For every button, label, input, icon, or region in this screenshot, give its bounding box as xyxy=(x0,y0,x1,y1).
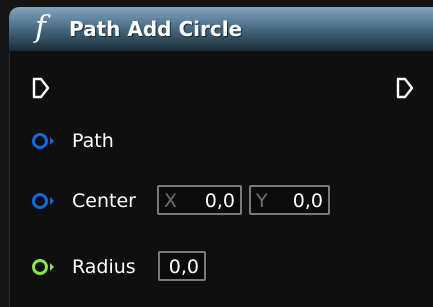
x-axis-label: X xyxy=(164,190,178,212)
path-pin[interactable] xyxy=(31,132,57,150)
radius-field[interactable]: 0,0 xyxy=(158,251,206,281)
node-title: Path Add Circle xyxy=(69,17,243,41)
y-axis-label: Y xyxy=(256,190,268,212)
center-y-value: 0,0 xyxy=(292,190,323,212)
radius-pin[interactable] xyxy=(31,258,57,276)
exec-pin-icon xyxy=(396,77,414,99)
center-pin[interactable] xyxy=(31,192,57,210)
exec-output-pin[interactable] xyxy=(396,77,414,99)
center-x-value: 0,0 xyxy=(204,190,235,212)
exec-pin-icon xyxy=(32,77,50,99)
center-y-field[interactable]: Y 0,0 xyxy=(249,185,330,215)
radius-value: 0,0 xyxy=(168,256,199,278)
float-pin-icon xyxy=(32,259,54,275)
object-pin-icon xyxy=(32,133,54,149)
function-icon: f xyxy=(35,10,47,45)
exec-input-pin[interactable] xyxy=(32,77,50,99)
path-label: Path xyxy=(72,130,114,152)
path-add-circle-node[interactable]: f Path Add Circle Path Center X 0,0 Y 0,… xyxy=(9,7,433,307)
vector2d-pin-icon xyxy=(32,193,54,209)
node-header[interactable]: f Path Add Circle xyxy=(9,7,433,52)
center-label: Center xyxy=(72,190,136,212)
center-x-field[interactable]: X 0,0 xyxy=(157,185,242,215)
radius-label: Radius xyxy=(72,256,136,278)
